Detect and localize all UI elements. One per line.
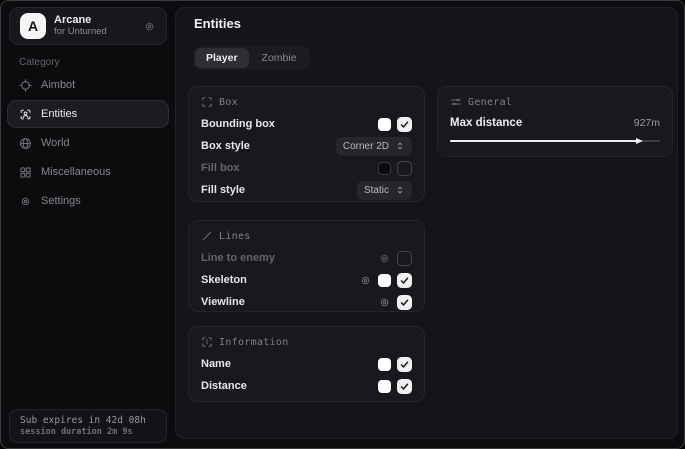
checkbox-checked[interactable] xyxy=(397,379,412,394)
diagonal-line-icon xyxy=(201,230,213,242)
setting-row-distance: Distance xyxy=(201,375,412,397)
sidebar-item-world[interactable]: World xyxy=(7,129,169,157)
grid-icon xyxy=(19,166,32,179)
subscription-expiry: Sub expires in 42d 08h xyxy=(20,415,156,426)
setting-row-line-to-enemy: Line to enemy xyxy=(201,247,412,269)
sidebar-item-settings[interactable]: Settings xyxy=(7,187,169,215)
app-name: Arcane xyxy=(54,14,107,27)
crosshair-icon xyxy=(19,79,32,92)
subscription-card: Sub expires in 42d 08h session duration … xyxy=(9,409,167,443)
checkbox-checked[interactable] xyxy=(397,295,412,310)
setting-row-viewline: Viewline xyxy=(201,291,412,313)
checkbox-checked[interactable] xyxy=(397,273,412,288)
row-gear-icon[interactable] xyxy=(359,274,372,287)
fill-style-select[interactable]: Static xyxy=(357,181,412,200)
gear-icon xyxy=(19,195,32,208)
main-panel: Entities Player Zombie Box Bounding box xyxy=(175,7,678,439)
lines-card-title: Lines xyxy=(219,231,251,242)
logo-letter: A xyxy=(28,18,38,34)
sidebar-item-label: Entities xyxy=(41,108,77,120)
tab-zombie[interactable]: Zombie xyxy=(251,48,308,68)
session-duration: session duration 2m 9s xyxy=(20,427,156,437)
row-label: Fill box xyxy=(201,162,240,174)
sidebar-item-label: Miscellaneous xyxy=(41,166,111,178)
unfold-icon xyxy=(395,141,405,151)
setting-row-name: Name xyxy=(201,353,412,375)
slider-fill-with-arrow-thumb[interactable] xyxy=(450,140,641,142)
box-card: Box Bounding box Box style Corner 2D xyxy=(188,86,425,202)
row-label: Viewline xyxy=(201,296,245,308)
max-distance-row: Max distance 927m xyxy=(450,113,660,133)
brand-text: Arcane for Unturned xyxy=(54,14,107,38)
lines-card: Lines Line to enemy Skeleton xyxy=(188,220,425,312)
setting-row-fill-style: Fill style Static xyxy=(201,179,412,201)
row-label: Bounding box xyxy=(201,118,275,130)
row-label: Skeleton xyxy=(201,274,247,286)
color-swatch[interactable] xyxy=(378,162,391,175)
row-label: Name xyxy=(201,358,231,370)
information-card: Information Name Distance xyxy=(188,326,425,402)
sidebar-item-label: World xyxy=(41,137,70,149)
unfold-icon xyxy=(395,185,405,195)
color-swatch[interactable] xyxy=(378,380,391,393)
app-window: A Arcane for Unturned Category Aimbo xyxy=(0,0,685,449)
row-label: Box style xyxy=(201,140,250,152)
sidebar-item-aimbot[interactable]: Aimbot xyxy=(7,71,169,99)
checkbox-unchecked[interactable] xyxy=(397,161,412,176)
row-label: Fill style xyxy=(201,184,245,196)
max-distance-value: 927m xyxy=(634,117,660,129)
category-label: Category xyxy=(19,57,60,68)
sidebar-item-entities[interactable]: Entities xyxy=(7,100,169,128)
page-title: Entities xyxy=(194,16,241,31)
row-label: Distance xyxy=(201,380,247,392)
app-subtitle: for Unturned xyxy=(54,27,107,38)
tab-bar: Player Zombie xyxy=(193,46,310,70)
general-card: General Max distance 927m xyxy=(437,86,673,157)
max-distance-label: Max distance xyxy=(450,117,522,129)
checkbox-checked[interactable] xyxy=(397,357,412,372)
row-gear-icon[interactable] xyxy=(378,252,391,265)
box-card-title: Box xyxy=(219,97,238,108)
general-card-title: General xyxy=(468,97,512,108)
setting-row-skeleton: Skeleton xyxy=(201,269,412,291)
tab-player[interactable]: Player xyxy=(195,48,249,68)
color-swatch[interactable] xyxy=(378,358,391,371)
person-scan-icon xyxy=(19,108,32,121)
sidebar-item-label: Settings xyxy=(41,195,81,207)
information-card-header: Information xyxy=(201,335,412,349)
box-style-select[interactable]: Corner 2D xyxy=(336,137,412,156)
sidebar-item-miscellaneous[interactable]: Miscellaneous xyxy=(7,158,169,186)
brand-card: A Arcane for Unturned xyxy=(9,7,167,45)
app-logo: A xyxy=(20,13,46,39)
row-gear-icon[interactable] xyxy=(378,296,391,309)
select-value: Corner 2D xyxy=(343,141,389,152)
information-card-title: Information xyxy=(219,337,289,348)
sidebar: A Arcane for Unturned Category Aimbo xyxy=(1,1,175,448)
select-value: Static xyxy=(364,185,389,196)
sidebar-item-label: Aimbot xyxy=(41,79,75,91)
info-scan-icon xyxy=(201,336,213,348)
globe-icon xyxy=(19,137,32,150)
bounding-box-icon xyxy=(201,96,213,108)
box-card-header: Box xyxy=(201,95,412,109)
row-label: Line to enemy xyxy=(201,252,275,264)
setting-row-box-style: Box style Corner 2D xyxy=(201,135,412,157)
color-swatch[interactable] xyxy=(378,118,391,131)
settings-gear-icon[interactable] xyxy=(143,20,156,33)
sliders-icon xyxy=(450,96,462,108)
sidebar-nav: Aimbot Entities World xyxy=(7,71,169,216)
setting-row-bounding-box: Bounding box xyxy=(201,113,412,135)
max-distance-slider[interactable] xyxy=(450,137,660,145)
checkbox-unchecked[interactable] xyxy=(397,251,412,266)
color-swatch[interactable] xyxy=(378,274,391,287)
general-card-header: General xyxy=(450,95,660,109)
checkbox-checked[interactable] xyxy=(397,117,412,132)
setting-row-fill-box: Fill box xyxy=(201,157,412,179)
lines-card-header: Lines xyxy=(201,229,412,243)
